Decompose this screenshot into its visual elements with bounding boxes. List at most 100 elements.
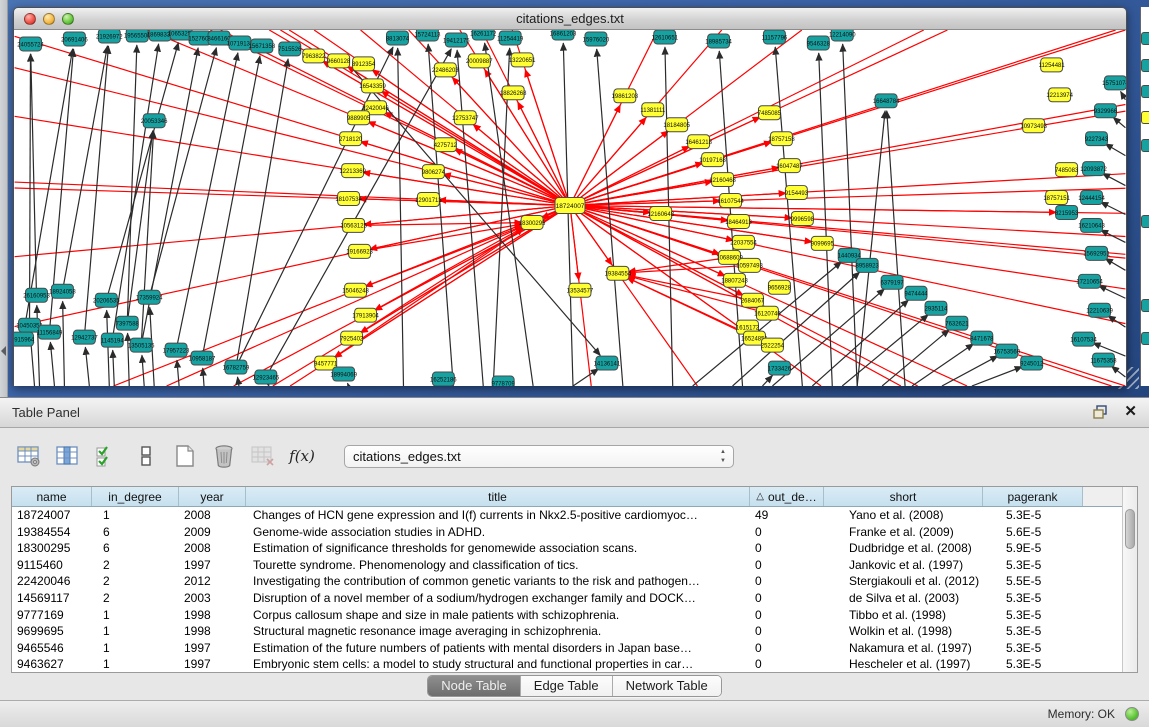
row-height-icon[interactable] xyxy=(133,443,159,469)
table-cell[interactable]: 6 xyxy=(92,524,179,541)
zoom-window-button[interactable] xyxy=(62,13,74,25)
table-cell[interactable]: 0 xyxy=(750,607,824,624)
table-row[interactable]: 946554611997Estimation of the future num… xyxy=(12,640,1122,657)
table-cell[interactable]: 2003 xyxy=(179,590,246,607)
table-cell[interactable]: Hescheler et al. (1997) xyxy=(824,656,983,672)
tab-edge-table[interactable]: Edge Table xyxy=(521,676,613,696)
table-cell[interactable]: Estimation of the future numbers of pati… xyxy=(246,640,750,657)
table-cell[interactable]: 1 xyxy=(92,507,179,524)
table-row[interactable]: 2242004622012Investigating the contribut… xyxy=(12,573,1122,590)
table-selector-dropdown[interactable]: citations_edges.txt ▲▼ xyxy=(344,445,734,468)
table-cell[interactable]: 1997 xyxy=(179,656,246,672)
network-view-window[interactable]: citations_edges.txt 24055724206914062192… xyxy=(13,7,1127,386)
table-cell[interactable]: 1 xyxy=(92,623,179,640)
table-cell[interactable]: Corpus callosum shape and size in male p… xyxy=(246,607,750,624)
table-cell[interactable]: Investigating the contribution of common… xyxy=(246,573,750,590)
table-cell[interactable]: 5.6E-5 xyxy=(983,524,1083,541)
table-cell[interactable]: 0 xyxy=(750,656,824,672)
close-panel-icon[interactable]: ✕ xyxy=(1124,404,1137,420)
table-cell[interactable]: de Silva et al. (2003) xyxy=(824,590,983,607)
table-row[interactable]: 977716911998Corpus callosum shape and si… xyxy=(12,607,1122,624)
table-cell[interactable]: 5.3E-5 xyxy=(983,590,1083,607)
column-header-year[interactable]: year xyxy=(179,487,246,506)
minimize-window-button[interactable] xyxy=(43,13,55,25)
delete-table-icon[interactable] xyxy=(211,443,237,469)
vertical-scrollbar[interactable] xyxy=(1122,487,1137,672)
table-cell[interactable]: 2012 xyxy=(179,573,246,590)
table-cell[interactable]: Embryonic stem cells: a model to study s… xyxy=(246,656,750,672)
table-row[interactable]: 1456911722003Disruption of a novel membe… xyxy=(12,590,1122,607)
column-header-pagerank[interactable]: pagerank xyxy=(983,487,1083,506)
table-cell[interactable]: 5.3E-5 xyxy=(983,640,1083,657)
table-cell[interactable]: 5.3E-5 xyxy=(983,607,1083,624)
table-cell[interactable]: 9115460 xyxy=(12,557,92,574)
table-cell[interactable]: Nakamura et al. (1997) xyxy=(824,640,983,657)
table-cell[interactable]: 14569117 xyxy=(12,590,92,607)
table-cell[interactable]: 5.9E-5 xyxy=(983,540,1083,557)
table-cell[interactable]: 18724007 xyxy=(12,507,92,524)
table-cell[interactable]: 1 xyxy=(92,640,179,657)
table-cell[interactable]: Disruption of a novel member of a sodium… xyxy=(246,590,750,607)
table-cell[interactable]: 0 xyxy=(750,573,824,590)
network-canvas-svg[interactable]: 2405572420691406219269721956550018698331… xyxy=(14,30,1126,386)
column-header-name[interactable]: name xyxy=(12,487,92,506)
table-cell[interactable]: 2 xyxy=(92,590,179,607)
table-row[interactable]: 1938455462009Genome-wide association stu… xyxy=(12,524,1122,541)
table-cell[interactable]: Stergiakouli et al. (2012) xyxy=(824,573,983,590)
table-cell[interactable]: 0 xyxy=(750,540,824,557)
table-cell[interactable]: 9699695 xyxy=(12,623,92,640)
table-row[interactable]: 1872400712008Changes of HCN gene express… xyxy=(12,507,1122,524)
column-header-short[interactable]: short xyxy=(824,487,983,506)
select-columns-icon[interactable] xyxy=(94,443,120,469)
table-cell[interactable]: Yano et al. (2008) xyxy=(824,507,983,524)
column-header-out_de[interactable]: △out_de… xyxy=(750,487,824,506)
table-cell[interactable]: 0 xyxy=(750,590,824,607)
tab-network-table[interactable]: Network Table xyxy=(613,676,721,696)
table-cell[interactable]: 0 xyxy=(750,557,824,574)
table-cell[interactable]: 5.3E-5 xyxy=(983,557,1083,574)
table-cell[interactable]: Tibbo et al. (1998) xyxy=(824,607,983,624)
column-settings-icon[interactable] xyxy=(55,443,81,469)
table-cell[interactable]: 2008 xyxy=(179,540,246,557)
table-cell[interactable]: 1998 xyxy=(179,607,246,624)
table-row[interactable]: 946362711997Embryonic stem cells: a mode… xyxy=(12,656,1122,672)
table-cell[interactable]: 5.5E-5 xyxy=(983,573,1083,590)
float-panel-icon[interactable] xyxy=(1092,404,1110,420)
table-cell[interactable]: 2009 xyxy=(179,524,246,541)
table-cell[interactable]: 5.3E-5 xyxy=(983,656,1083,672)
tab-node-table[interactable]: Node Table xyxy=(428,676,521,696)
table-cell[interactable]: Jankovic et al. (1997) xyxy=(824,557,983,574)
table-row[interactable]: 969969511998Structural magnetic resonanc… xyxy=(12,623,1122,640)
table-cell[interactable]: 2 xyxy=(92,573,179,590)
table-cell[interactable]: 2 xyxy=(92,557,179,574)
table-cell[interactable]: 49 xyxy=(750,507,824,524)
table-cell[interactable]: 1998 xyxy=(179,623,246,640)
table-cell[interactable]: 9777169 xyxy=(12,607,92,624)
table-cell[interactable]: 19384554 xyxy=(12,524,92,541)
table-cell[interactable]: 9463627 xyxy=(12,656,92,672)
table-cell[interactable]: 18300295 xyxy=(12,540,92,557)
memory-status-icon[interactable] xyxy=(1125,707,1139,721)
scrollbar-thumb[interactable] xyxy=(1125,509,1135,549)
table-row[interactable]: 911546021997Tourette syndrome. Phenomeno… xyxy=(12,557,1122,574)
table-cell[interactable]: 9465546 xyxy=(12,640,92,657)
table-cell[interactable]: 1 xyxy=(92,607,179,624)
table-cell[interactable]: 5.3E-5 xyxy=(983,507,1083,524)
table-row[interactable]: 1830029562008Estimation of significance … xyxy=(12,540,1122,557)
table-cell[interactable]: Estimation of significance thresholds fo… xyxy=(246,540,750,557)
column-header-in_degree[interactable]: in_degree xyxy=(92,487,179,506)
create-table-icon[interactable] xyxy=(172,443,198,469)
table-settings-icon[interactable] xyxy=(16,443,42,469)
network-canvas[interactable]: 2405572420691406219269721956550018698331… xyxy=(14,30,1126,386)
table-cell[interactable]: 2008 xyxy=(179,507,246,524)
table-cell[interactable]: 1 xyxy=(92,656,179,672)
table-cell[interactable]: Wolkin et al. (1998) xyxy=(824,623,983,640)
function-builder-icon[interactable]: f(x) xyxy=(289,443,315,469)
table-cell[interactable]: 0 xyxy=(750,640,824,657)
table-cell[interactable]: Dudbridge et al. (2008) xyxy=(824,540,983,557)
table-cell[interactable]: 0 xyxy=(750,623,824,640)
table-cell[interactable]: 5.3E-5 xyxy=(983,623,1083,640)
table-cell[interactable]: 1997 xyxy=(179,557,246,574)
table-cell[interactable]: 0 xyxy=(750,524,824,541)
close-window-button[interactable] xyxy=(24,13,36,25)
